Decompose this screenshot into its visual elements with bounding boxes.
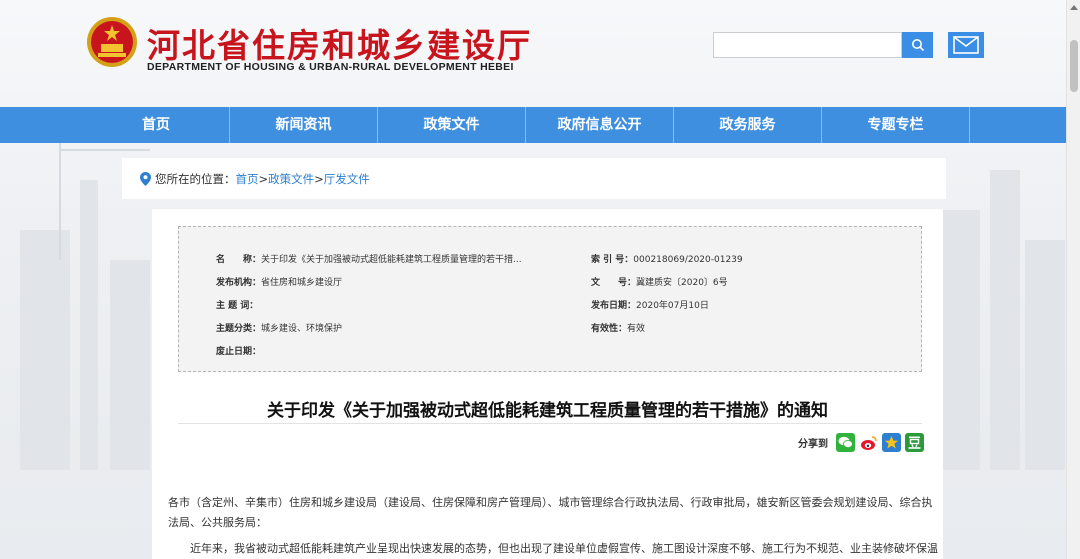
wechat-icon[interactable] bbox=[836, 433, 855, 452]
location-pin-icon bbox=[140, 171, 151, 186]
meta-date-value: 2020年07月10日 bbox=[636, 301, 709, 311]
mail-button[interactable] bbox=[948, 32, 984, 58]
main-nav: 首页 新闻资讯 政策文件 政府信息公开 政务服务 专题专栏 bbox=[0, 107, 1080, 143]
meta-index-key: 索 引 号： bbox=[591, 255, 634, 265]
breadcrumb-policy[interactable]: 政策文件 bbox=[268, 171, 314, 187]
meta-date-key: 发布日期： bbox=[591, 301, 637, 311]
nav-item-news[interactable]: 新闻资讯 bbox=[230, 107, 378, 143]
breadcrumb: 您所在的位置： 首页 > 政策文件 > 厅发文件 bbox=[122, 158, 946, 199]
meta-name-value: 关于印发《关于加强被动式超低能耗建筑工程质量管理的若干措... bbox=[261, 255, 522, 265]
meta-date: 发布日期：2020年07月10日 bbox=[591, 298, 709, 311]
meta-expiry-key: 废止日期： bbox=[216, 347, 262, 357]
breadcrumb-separator: > bbox=[258, 171, 269, 186]
meta-validity-value: 有效 bbox=[627, 324, 646, 334]
weibo-icon[interactable] bbox=[859, 433, 878, 452]
nav-item-services[interactable]: 政务服务 bbox=[674, 107, 822, 143]
meta-docno: 文 号：冀建质安〔2020〕6号 bbox=[591, 275, 728, 288]
nav-item-policy[interactable]: 政策文件 bbox=[378, 107, 526, 143]
site-header: 河北省住房和城乡建设厅 DEPARTMENT OF HOUSING & URBA… bbox=[0, 0, 1080, 107]
meta-docno-value: 冀建质安〔2020〕6号 bbox=[636, 278, 728, 288]
douban-icon[interactable] bbox=[905, 433, 924, 452]
meta-validity: 有效性：有效 bbox=[591, 321, 645, 334]
site-subtitle: DEPARTMENT OF HOUSING & URBAN-RURAL DEVE… bbox=[147, 61, 514, 73]
mail-icon bbox=[953, 36, 979, 54]
meta-issuer-value: 省住房和城乡建设厅 bbox=[261, 278, 343, 288]
body-paragraph: 各市（含定州、辛集市）住房和城乡建设局（建设局、住房保障和房产管理局）、城市管理… bbox=[168, 496, 933, 529]
search-icon bbox=[911, 39, 924, 52]
national-emblem-icon bbox=[87, 17, 137, 67]
document-body: 各市（含定州、辛集市）住房和城乡建设局（建设局、住房保障和房产管理局）、城市管理… bbox=[168, 493, 938, 559]
share-bar: 分享到 bbox=[798, 433, 924, 452]
nav-item-topics[interactable]: 专题专栏 bbox=[822, 107, 970, 143]
scrollbar-thumb[interactable] bbox=[1070, 40, 1078, 92]
meta-name: 名 称：关于印发《关于加强被动式超低能耗建筑工程质量管理的若干措... bbox=[216, 252, 522, 265]
breadcrumb-prefix: 您所在的位置： bbox=[155, 171, 236, 186]
breadcrumb-home[interactable]: 首页 bbox=[236, 171, 259, 187]
breadcrumb-department-docs[interactable]: 厅发文件 bbox=[324, 171, 370, 187]
share-label: 分享到 bbox=[798, 439, 828, 450]
document-meta: 名 称：关于印发《关于加强被动式超低能耗建筑工程质量管理的若干措... 索 引 … bbox=[178, 226, 922, 372]
meta-category-value: 城乡建设、环境保护 bbox=[261, 324, 343, 334]
meta-docno-key: 文 号： bbox=[591, 278, 637, 288]
meta-validity-key: 有效性： bbox=[591, 324, 628, 334]
meta-index-value: 000218069/2020-01239 bbox=[633, 255, 743, 265]
vertical-scrollbar[interactable] bbox=[1066, 0, 1080, 559]
title-divider bbox=[178, 423, 922, 424]
search-input[interactable] bbox=[713, 32, 902, 58]
document-title: 关于印发《关于加强被动式超低能耗建筑工程质量管理的若干措施》的通知 bbox=[267, 401, 828, 421]
meta-category-key: 主题分类： bbox=[216, 324, 262, 334]
meta-issuer-key: 发布机构： bbox=[216, 278, 262, 288]
meta-issuer: 发布机构：省住房和城乡建设厅 bbox=[216, 275, 342, 288]
qzone-icon[interactable] bbox=[882, 433, 901, 452]
meta-subject-key: 主 题 词： bbox=[216, 301, 259, 311]
meta-index: 索 引 号：000218069/2020-01239 bbox=[591, 252, 743, 265]
site-title[interactable]: 河北省住房和城乡建设厅 bbox=[147, 19, 532, 67]
nav-item-home[interactable]: 首页 bbox=[82, 107, 230, 143]
meta-expiry: 废止日期： bbox=[216, 344, 261, 357]
nav-item-gov-info[interactable]: 政府信息公开 bbox=[526, 107, 674, 143]
meta-subject: 主 题 词： bbox=[216, 298, 258, 311]
meta-category: 主题分类：城乡建设、环境保护 bbox=[216, 321, 342, 334]
breadcrumb-separator: > bbox=[314, 171, 324, 186]
scroll-up-arrow-icon[interactable] bbox=[1067, 0, 1080, 14]
body-paragraph: 近年来，我省被动式超低能耗建筑产业呈现出快速发展的态势，但也出现了建设单位虚假宣… bbox=[190, 542, 938, 555]
article-card: 名 称：关于印发《关于加强被动式超低能耗建筑工程质量管理的若干措... 索 引 … bbox=[152, 209, 943, 559]
meta-name-key: 名 称： bbox=[216, 255, 262, 265]
search-button[interactable] bbox=[902, 32, 933, 58]
